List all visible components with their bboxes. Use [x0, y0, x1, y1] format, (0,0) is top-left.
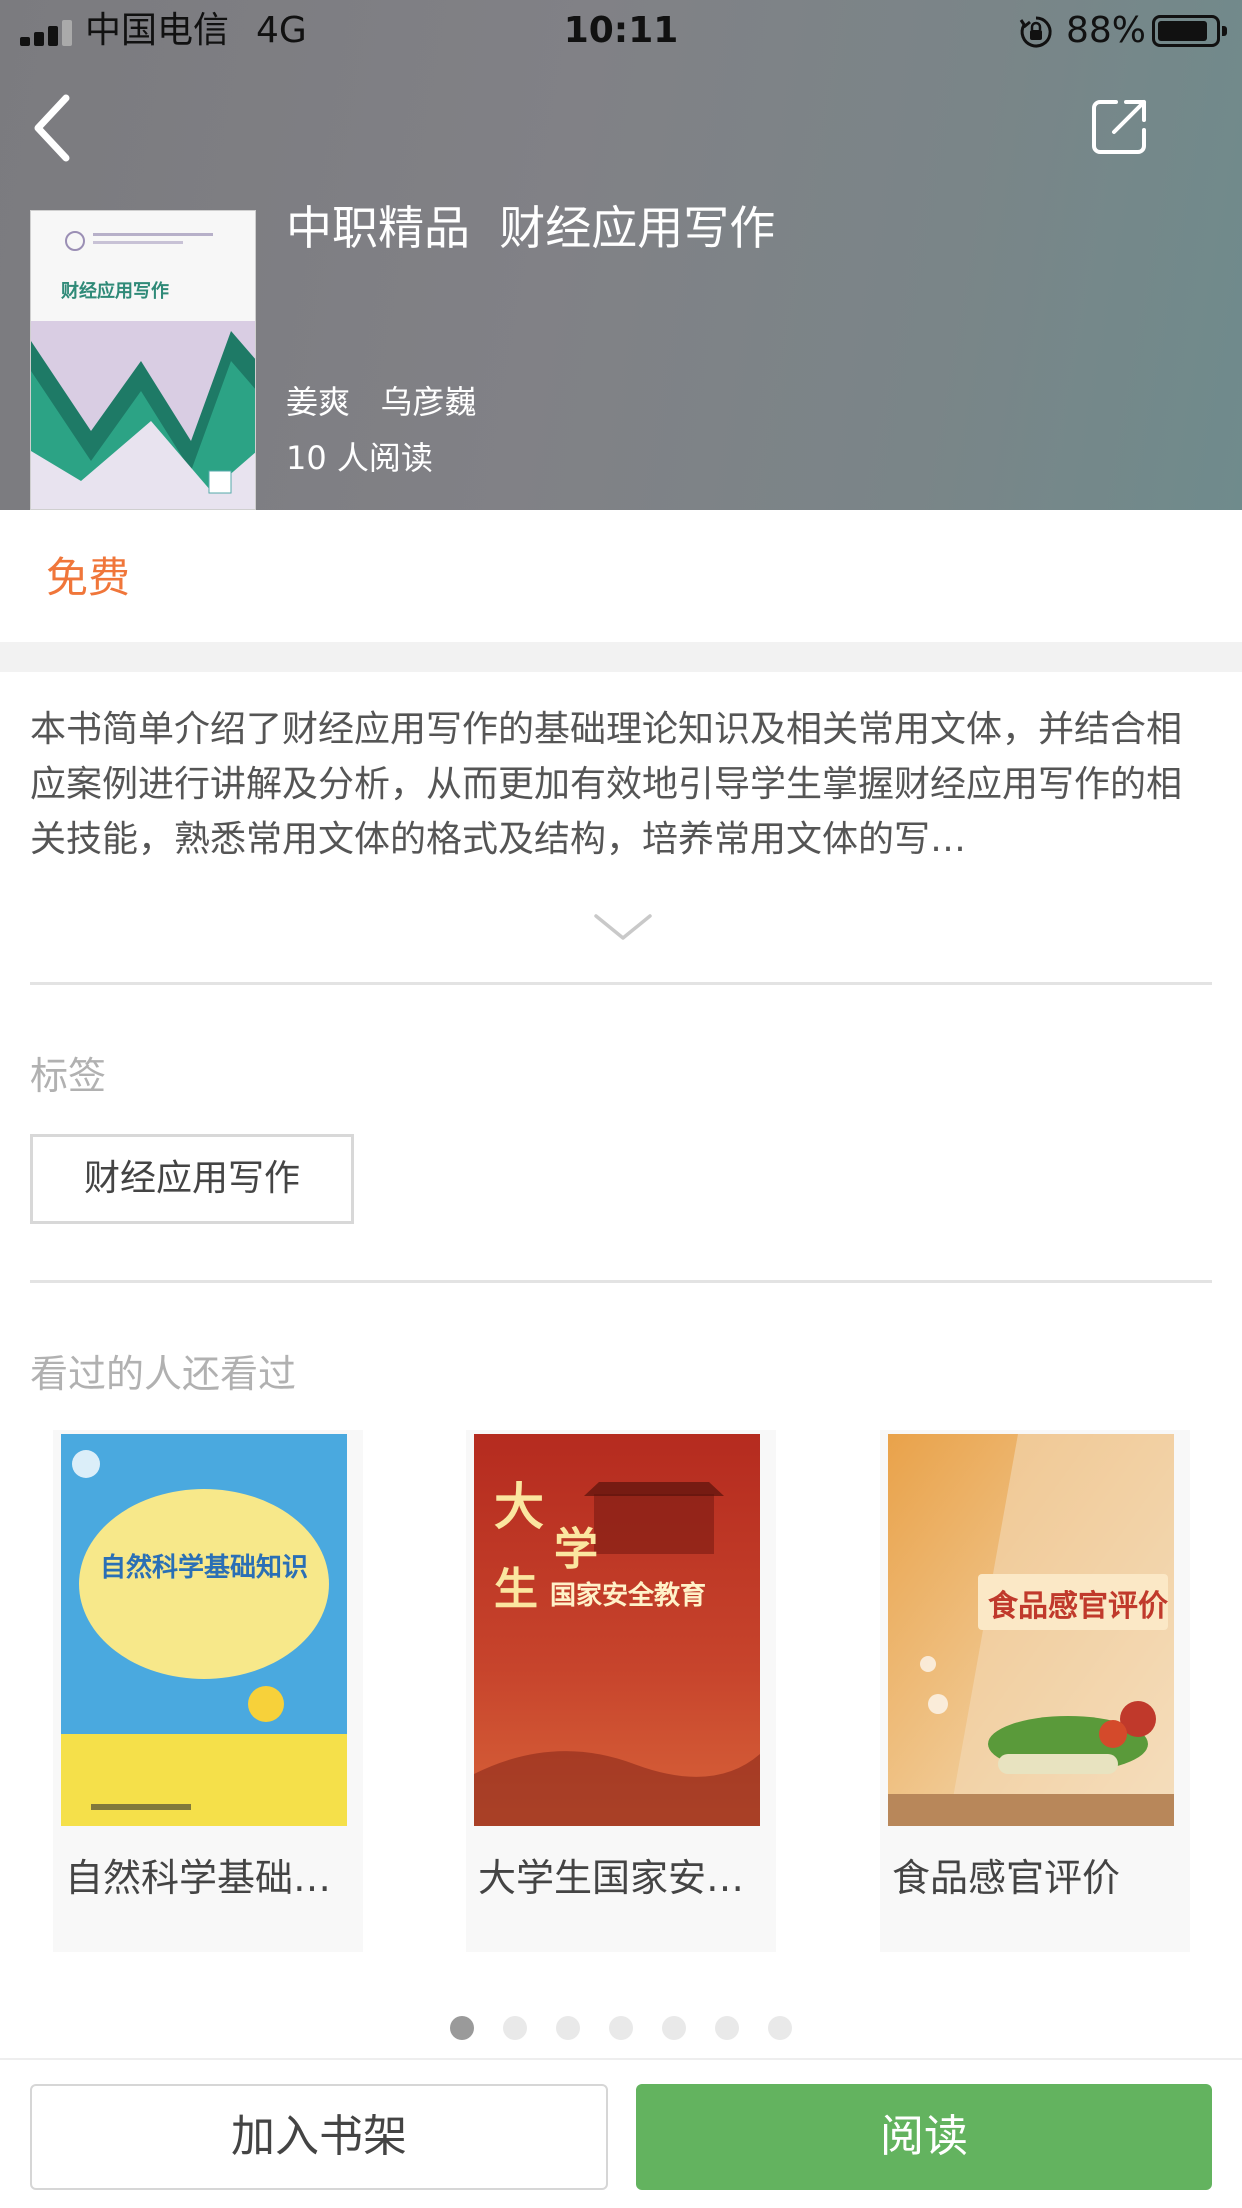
back-button[interactable]: [26, 88, 86, 168]
recommended-book-cover: 自然科学基础知识: [61, 1434, 347, 1826]
share-icon: [1092, 100, 1146, 154]
status-time: 10:11: [563, 10, 679, 51]
pager-dot[interactable]: [609, 2016, 633, 2040]
cover-artwork: [31, 321, 255, 509]
book-header: 中国电信 4G 10:11 88% 财经应用写作 中职精品 财经应用写作 姜爽 …: [0, 0, 1242, 510]
recommended-book-title: 大学生国家安…: [478, 1856, 745, 1900]
orientation-lock-icon: [1019, 16, 1052, 48]
pager-dot[interactable]: [715, 2016, 739, 2040]
price-label: 免费: [46, 553, 131, 602]
svg-text:国家安全教育: 国家安全教育: [550, 1580, 706, 1611]
book-description: 本书简单介绍了财经应用写作的基础理论知识及相关常用文体，并结合相应案例进行讲解及…: [30, 709, 1183, 860]
recommended-book-card[interactable]: 食品感官评价 食品感官评价: [880, 1430, 1190, 1952]
bottom-action-bar: 加入书架 阅读: [0, 2058, 1242, 2208]
status-bar: 中国电信 4G 10:11 88%: [0, 0, 1242, 62]
book-authors: 姜爽 乌彦巍: [286, 383, 477, 421]
pager-dot[interactable]: [662, 2016, 686, 2040]
chevron-down-icon: [594, 914, 652, 940]
share-button[interactable]: [1090, 96, 1150, 156]
reader-count: 10 人阅读: [286, 439, 433, 477]
battery-icon: [1152, 15, 1227, 47]
recommended-book-card[interactable]: 自然科学基础知识 自然科学基础…: [53, 1430, 363, 1952]
chevron-left-icon: [34, 94, 70, 162]
book-cover: 财经应用写作: [30, 210, 256, 510]
recommended-book-cover: 大 学 生 国家安全教育: [474, 1434, 760, 1826]
divider: [30, 1280, 1212, 1283]
battery-percent: 88%: [1066, 10, 1147, 51]
add-to-shelf-button[interactable]: 加入书架: [30, 2084, 608, 2190]
pager-dot[interactable]: [768, 2016, 792, 2040]
divider: [30, 982, 1212, 985]
cover-title: 财经应用写作: [61, 281, 169, 302]
recommended-book-card[interactable]: 大 学 生 国家安全教育 大学生国家安…: [466, 1430, 776, 1952]
pager-dot[interactable]: [503, 2016, 527, 2040]
expand-description-button[interactable]: [592, 910, 654, 946]
recommendations-heading: 看过的人还看过: [30, 1352, 297, 1396]
svg-text:大: 大: [494, 1477, 544, 1536]
tags-heading: 标签: [30, 1054, 107, 1098]
price-row: 免费: [0, 510, 1242, 642]
cover-text: 食品感官评价: [988, 1589, 1168, 1624]
section-gap: [0, 642, 1242, 672]
tag-chip[interactable]: 财经应用写作: [30, 1134, 354, 1224]
svg-text:学: 学: [554, 1524, 598, 1575]
pager-dot[interactable]: [450, 2016, 474, 2040]
recommended-book-title: 自然科学基础…: [65, 1856, 332, 1900]
svg-text:生: 生: [494, 1564, 538, 1615]
recommended-book-title: 食品感官评价: [892, 1856, 1121, 1900]
cover-text: 自然科学基础知识: [100, 1552, 308, 1583]
recommended-book-cover: 食品感官评价: [888, 1434, 1174, 1826]
book-title: 中职精品 财经应用写作: [286, 201, 776, 255]
read-button[interactable]: 阅读: [636, 2084, 1212, 2190]
pager-dot[interactable]: [556, 2016, 580, 2040]
